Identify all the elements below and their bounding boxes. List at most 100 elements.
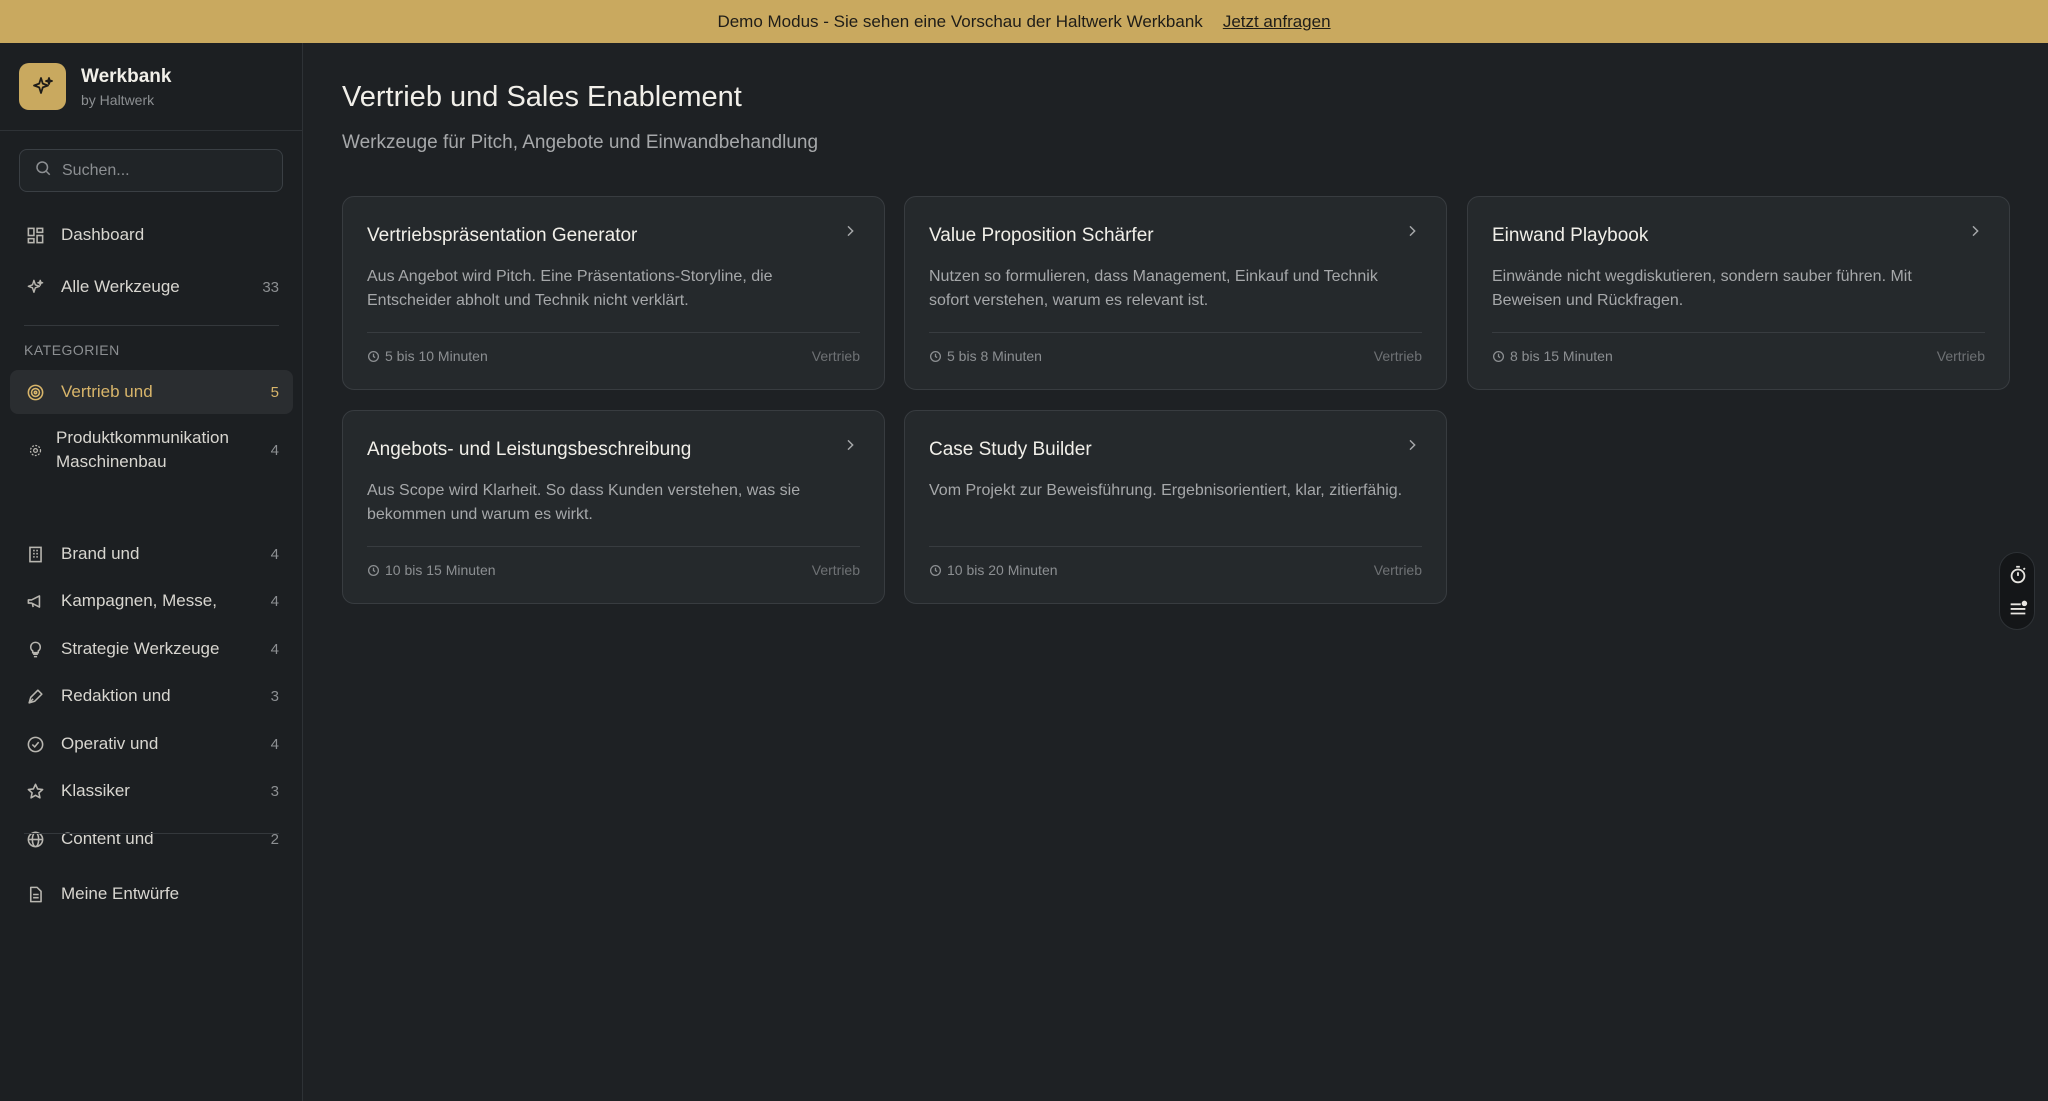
divider — [24, 325, 279, 326]
stopwatch-icon[interactable] — [2007, 564, 2029, 586]
nav-category-content[interactable]: Content und 2 — [10, 817, 293, 861]
card-duration-text: 10 bis 20 Minuten — [947, 562, 1058, 578]
divider — [929, 332, 1422, 333]
card-duration: 5 bis 8 Minuten — [929, 348, 1042, 364]
nav-category-label: Klassiker — [61, 781, 130, 800]
nav-all-tools-count: 33 — [262, 278, 279, 296]
nav-category-brand[interactable]: Brand und 4 — [10, 532, 293, 576]
nav-dashboard-label: Dashboard — [61, 225, 145, 244]
nav-category-label: Content und — [61, 829, 154, 848]
nav-all-tools[interactable]: Alle Werkzeuge 33 — [10, 265, 293, 309]
dashboard-icon — [24, 224, 46, 246]
nav-category-label: Kampagnen, Messe, — [61, 591, 217, 610]
card-title: Case Study Builder — [929, 439, 1092, 460]
nav-category-count: 4 — [270, 735, 279, 753]
clock-icon — [1492, 350, 1505, 362]
nav-dashboard[interactable]: Dashboard — [10, 213, 293, 257]
nav-category-label: Redaktion und — [61, 686, 171, 705]
chevron-right-icon — [1967, 223, 1983, 244]
nav-category-kampagnen[interactable]: Kampagnen, Messe, 4 — [10, 579, 293, 623]
sparkle-icon — [24, 276, 46, 298]
floating-toolbar — [1999, 552, 2035, 630]
card-category: Vertrieb — [1936, 348, 1985, 364]
nav-category-count: 4 — [270, 640, 279, 658]
globe-icon — [24, 828, 46, 850]
card-duration-text: 10 bis 15 Minuten — [385, 562, 496, 578]
card-title: Value Proposition Schärfer — [929, 225, 1154, 246]
nav-category-label: Produktkommunikation Maschinenbau — [56, 428, 229, 471]
document-icon — [24, 883, 46, 905]
chevron-right-icon — [842, 223, 858, 244]
nav-category-count: 5 — [270, 383, 279, 401]
card-description: Aus Angebot wird Pitch. Eine Präsentatio… — [367, 268, 773, 309]
nav-category-count: 4 — [270, 441, 279, 459]
nav-all-tools-label: Alle Werkzeuge — [61, 277, 180, 296]
page-subtitle: Werkzeuge für Pitch, Angebote und Einwan… — [342, 132, 819, 153]
card-description: Vom Projekt zur Beweisführung. Ergebniso… — [929, 482, 1403, 499]
tool-card[interactable]: Einwand Playbook Einwände nicht wegdisku… — [1467, 196, 2010, 390]
card-duration: 10 bis 20 Minuten — [929, 562, 1058, 578]
clock-icon — [367, 350, 380, 362]
tool-card[interactable]: Case Study Builder Vom Projekt zur Bewei… — [904, 410, 1447, 604]
megaphone-icon — [24, 590, 46, 612]
clock-icon — [929, 350, 942, 362]
nav-drafts[interactable]: Meine Entwürfe — [10, 872, 293, 916]
card-title: Angebots- und Leistungsbeschreibung — [367, 439, 692, 460]
card-description: Aus Scope wird Klarheit. So dass Kunden … — [367, 482, 801, 523]
cog-icon — [24, 439, 46, 461]
nav-category-label: Vertrieb und — [61, 382, 153, 401]
clock-icon — [929, 564, 942, 576]
demo-banner: Demo Modus - Sie sehen eine Vorschau der… — [0, 0, 2048, 43]
nav-category-strategie[interactable]: Strategie Werkzeuge 4 — [10, 627, 293, 671]
nav-category-count: 3 — [270, 687, 279, 705]
card-title: Einwand Playbook — [1492, 225, 1649, 246]
search-box[interactable] — [19, 149, 283, 192]
card-description: Einwände nicht wegdiskutieren, sondern s… — [1492, 268, 1912, 309]
card-duration: 10 bis 15 Minuten — [367, 562, 496, 578]
pen-icon — [24, 685, 46, 707]
chevron-right-icon — [842, 437, 858, 458]
card-duration-text: 5 bis 10 Minuten — [385, 348, 488, 364]
nav-category-count: 4 — [270, 592, 279, 610]
search-icon — [34, 159, 52, 182]
card-category: Vertrieb — [1373, 562, 1422, 578]
nav-category-klassiker[interactable]: Klassiker 3 — [10, 769, 293, 813]
check-circle-icon — [24, 733, 46, 755]
card-category: Vertrieb — [811, 562, 860, 578]
card-duration-text: 8 bis 15 Minuten — [1510, 348, 1613, 364]
nav-drafts-label: Meine Entwürfe — [61, 884, 180, 903]
star-icon — [24, 780, 46, 802]
nav-category-redaktion[interactable]: Redaktion und 3 — [10, 674, 293, 718]
nav-category-operativ[interactable]: Operativ und 4 — [10, 722, 293, 766]
card-duration: 5 bis 10 Minuten — [367, 348, 488, 364]
card-duration-text: 5 bis 8 Minuten — [947, 348, 1042, 364]
clock-icon — [367, 564, 380, 576]
divider — [24, 833, 279, 834]
target-icon — [24, 381, 46, 403]
chevron-right-icon — [1404, 223, 1420, 244]
page-title: Vertrieb und Sales Enablement — [342, 81, 742, 113]
list-settings-icon[interactable] — [2007, 597, 2029, 619]
building-icon — [24, 543, 46, 565]
tool-card[interactable]: Angebots- und Leistungsbeschreibung Aus … — [342, 410, 885, 604]
card-description: Nutzen so formulieren, dass Management, … — [929, 268, 1378, 309]
card-category: Vertrieb — [811, 348, 860, 364]
card-duration: 8 bis 15 Minuten — [1492, 348, 1613, 364]
brand[interactable]: Werkbank by Haltwerk — [19, 63, 171, 110]
nav-category-count: 3 — [270, 782, 279, 800]
nav-category-vertrieb[interactable]: Vertrieb und 5 — [10, 370, 293, 414]
section-label: KATEGORIEN — [24, 342, 120, 358]
divider — [0, 130, 302, 131]
tool-card[interactable]: Vertriebspräsentation Generator Aus Ange… — [342, 196, 885, 390]
divider — [929, 546, 1422, 547]
brand-title: Werkbank — [81, 65, 172, 87]
divider — [367, 332, 860, 333]
search-input[interactable] — [62, 161, 262, 180]
tool-card[interactable]: Value Proposition Schärfer Nutzen so for… — [904, 196, 1447, 390]
nav-category-label: Operativ und — [61, 734, 159, 753]
brand-subtitle: by Haltwerk — [81, 91, 155, 108]
nav-category-label: Brand und — [61, 544, 140, 563]
divider — [1492, 332, 1985, 333]
request-link[interactable]: Jetzt anfragen — [1223, 12, 1331, 32]
nav-category-produktkommunikation[interactable]: Produktkommunikation Maschinenbau 4 — [10, 425, 293, 475]
